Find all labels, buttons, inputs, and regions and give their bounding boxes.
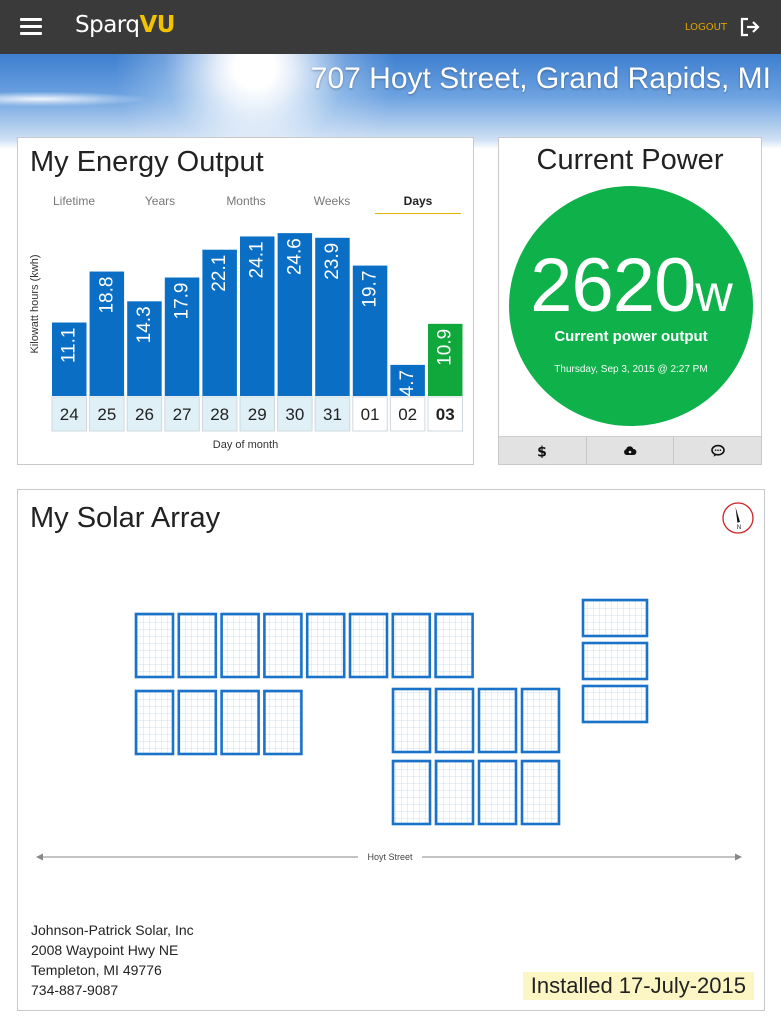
installer-name: Johnson-Patrick Solar, Inc <box>31 922 194 938</box>
day-tick-label: 31 <box>323 405 342 424</box>
day-tick-label: 28 <box>210 405 229 424</box>
bar-value-label: 24.6 <box>284 238 305 275</box>
solar-module[interactable] <box>391 687 432 754</box>
installer-street: 2008 Waypoint Hwy NE <box>31 942 179 958</box>
day-tick-label: 30 <box>285 405 304 424</box>
solar-module[interactable] <box>177 612 218 679</box>
bar-value-label: 19.7 <box>360 271 381 308</box>
bar-value-label: 14.3 <box>134 306 155 343</box>
savings-tab[interactable]: $ <box>499 437 587 464</box>
street-line: Hoyt Street <box>36 852 742 862</box>
solar-module[interactable] <box>434 687 475 754</box>
top-bar: SparqVU LOGOUT <box>0 0 781 54</box>
power-tab-bar: $ <box>499 436 761 464</box>
day-tick-label: 29 <box>248 405 267 424</box>
solar-module[interactable] <box>434 759 475 826</box>
bar-value-label: 17.9 <box>172 283 193 320</box>
power-unit: w <box>695 265 733 323</box>
logout-arrow-icon <box>740 17 760 37</box>
power-gauge-circle: 2620w Current power output Thursday, Sep… <box>509 186 753 426</box>
bar-value-label: 18.8 <box>96 277 117 314</box>
dollar-icon: $ <box>537 444 547 458</box>
bar-value-label: 22.1 <box>209 255 230 292</box>
panel-layout-diagram: Hoyt Street <box>36 598 742 862</box>
solar-module[interactable] <box>305 612 346 679</box>
svg-text:$: $ <box>537 444 547 458</box>
current-power-title: Current Power <box>536 144 724 176</box>
installed-date: Installed 17-July-2015 <box>522 972 754 1000</box>
power-timestamp: Thursday, Sep 3, 2015 @ 2:27 PM <box>554 364 708 375</box>
solar-module[interactable] <box>220 612 260 679</box>
solar-module[interactable] <box>520 759 561 826</box>
solar-module[interactable] <box>263 689 303 756</box>
solar-module[interactable] <box>477 687 518 754</box>
day-tick-label: 24 <box>60 405 79 424</box>
logout-label: LOGOUT <box>684 21 727 33</box>
solar-module-group <box>134 598 649 826</box>
messages-tab[interactable] <box>674 437 761 464</box>
street-label: Hoyt Street <box>367 852 413 862</box>
energy-output-panel: My Energy Output Lifetime Years Months W… <box>17 137 474 465</box>
bar-value-label: 4.7 <box>397 370 418 396</box>
solar-module[interactable] <box>263 612 303 679</box>
hamburger-menu-icon[interactable] <box>20 16 42 36</box>
bar-value-label: 24.1 <box>247 241 268 278</box>
bar-value-label: 11.1 <box>59 328 80 364</box>
sky-banner: 707 Hoyt Street, Grand Rapids, MI <box>0 54 781 149</box>
site-address: 707 Hoyt Street, Grand Rapids, MI <box>310 62 771 95</box>
solar-module[interactable] <box>134 689 175 756</box>
solar-module[interactable] <box>348 612 389 679</box>
solar-module[interactable] <box>177 689 218 756</box>
solar-module[interactable] <box>434 612 474 679</box>
day-tick-label: 03 <box>436 405 455 424</box>
day-tick-label: 26 <box>135 405 154 424</box>
solar-module[interactable] <box>477 759 518 826</box>
day-tick-label: 25 <box>97 405 116 424</box>
cloud-icon <box>624 445 637 455</box>
solar-module[interactable] <box>581 598 649 638</box>
bar-value-label: 10.9 <box>435 329 456 366</box>
day-tick-label: 01 <box>361 405 380 424</box>
installer-phone[interactable]: 734-887-9087 <box>31 980 194 1000</box>
installer-city: Templeton, MI 49776 <box>31 962 162 978</box>
day-tick-label: 02 <box>398 405 417 424</box>
solar-module[interactable] <box>391 612 432 679</box>
current-power-panel: Current Power 2620w Current power output… <box>498 137 762 465</box>
brand-logo: SparqVU <box>75 12 175 38</box>
bar-value-label: 23.9 <box>322 243 343 280</box>
power-value-readout: 2620w <box>509 246 753 334</box>
solar-module[interactable] <box>391 759 432 826</box>
power-label: Current power output <box>554 328 708 345</box>
solar-module[interactable] <box>581 684 649 724</box>
solar-array-panel: My Solar Array N Hoyt Street Johnson-Pat… <box>17 489 765 1011</box>
energy-bar-chart: 11.1 24 18.8 25 14.3 26 17.9 27 22.1 28 24.1 29 24.6… <box>51 233 463 432</box>
day-tick-label: 27 <box>173 405 192 424</box>
chat-bubble-icon <box>710 444 725 457</box>
power-value: 2620 <box>530 243 696 328</box>
chart-x-axis-label: Day of month <box>212 439 279 451</box>
solar-module[interactable] <box>220 689 260 756</box>
solar-module[interactable] <box>520 687 561 754</box>
installer-info: Johnson-Patrick Solar, Inc 2008 Waypoint… <box>31 920 194 1000</box>
environment-tab[interactable] <box>587 437 675 464</box>
solar-module[interactable] <box>581 641 649 681</box>
logout-button[interactable]: LOGOUT <box>685 16 761 38</box>
solar-module[interactable] <box>134 612 175 679</box>
